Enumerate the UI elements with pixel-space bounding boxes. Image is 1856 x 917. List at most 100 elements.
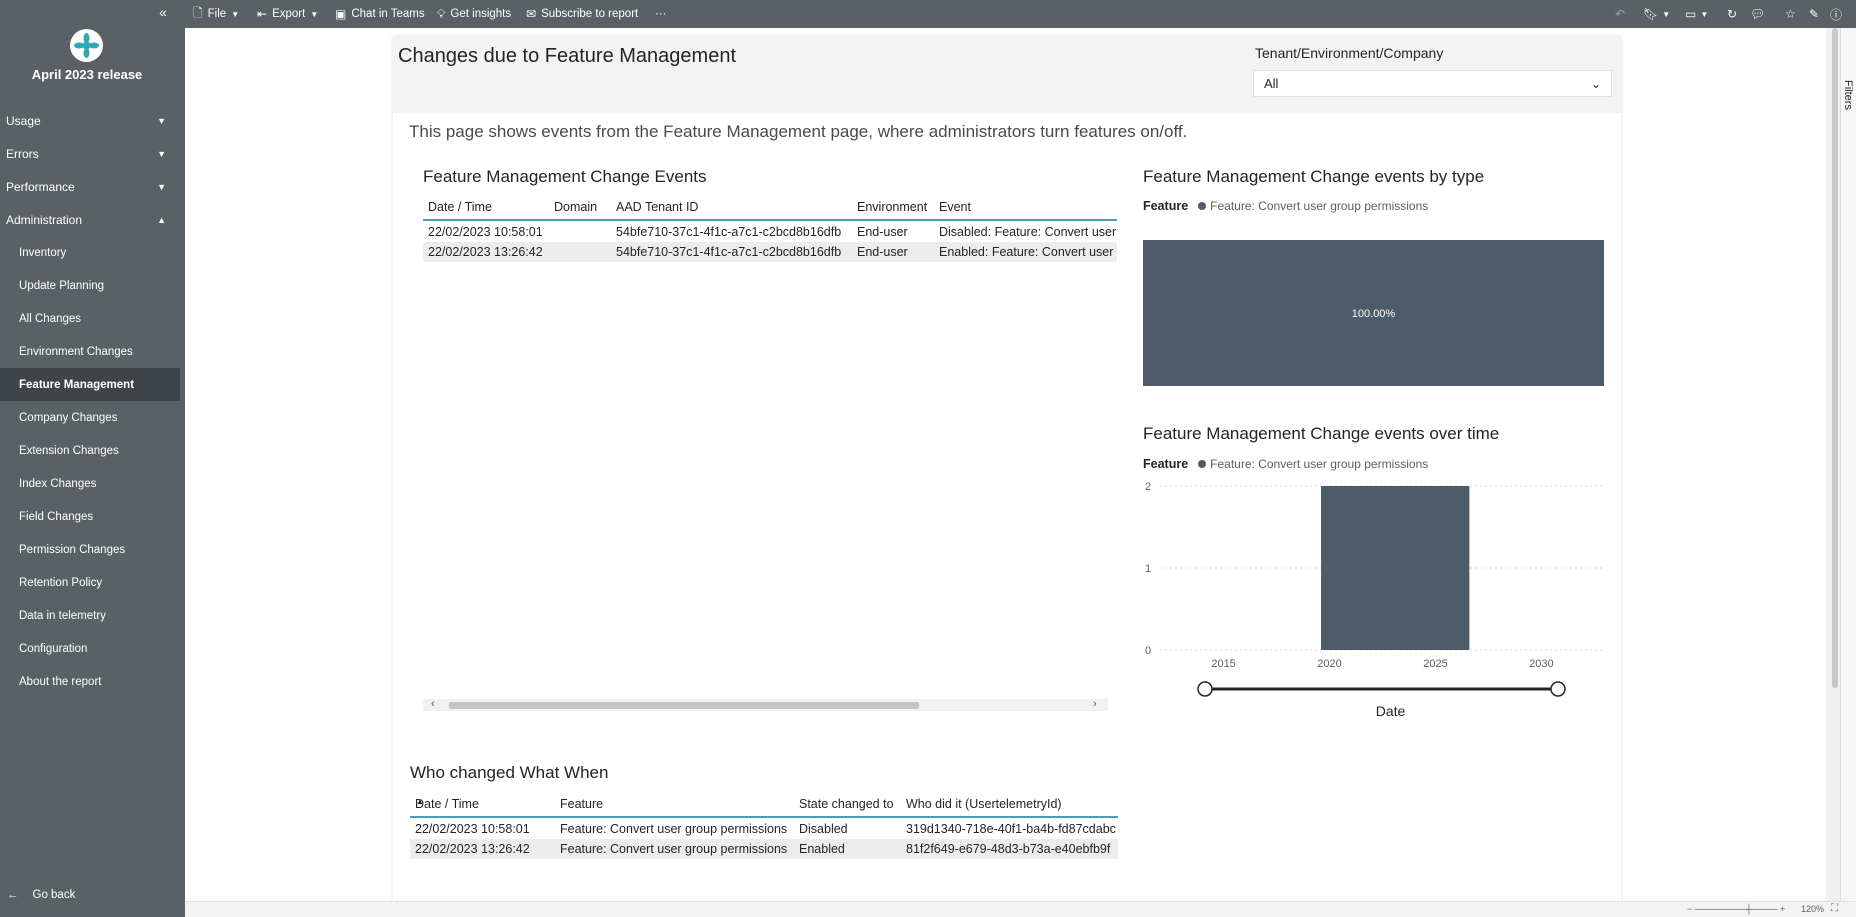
- comment-icon[interactable]: 💬︎: [1750, 0, 1765, 28]
- view-icon[interactable]: ▭ ▼: [1685, 0, 1708, 28]
- sidebar-item-index-changes[interactable]: Index Changes: [0, 467, 180, 500]
- cell: 319d1340-718e-40f1-ba4b-fd87cdabc: [906, 822, 1116, 836]
- page-title: Changes due to Feature Management: [398, 45, 736, 67]
- column-header-environment[interactable]: Environment: [857, 200, 927, 214]
- export-icon: ⇤: [257, 7, 268, 21]
- cell: 22/02/2023 10:58:01: [428, 225, 543, 239]
- more-options-button[interactable]: ···: [655, 0, 667, 28]
- who-table: Date / Time ▲ Feature State changed to W…: [410, 790, 1118, 860]
- nav-group-label: Performance: [6, 179, 75, 194]
- export-menu-button[interactable]: ⇤ Export ▼: [257, 0, 318, 28]
- zoom-slider[interactable]: − ────────┼──── +: [1687, 904, 1785, 914]
- column-header-domain[interactable]: Domain: [554, 200, 597, 214]
- zoom-level: 120%: [1801, 904, 1825, 914]
- tenant-environment-company-dropdown[interactable]: All ⌄: [1253, 70, 1612, 97]
- sidebar-item-inventory[interactable]: Inventory: [0, 236, 180, 269]
- sidebar-item-extension-changes[interactable]: Extension Changes: [0, 434, 180, 467]
- cell: Disabled: Feature: Convert user group pe…: [939, 225, 1117, 239]
- release-title: April 2023 release: [31, 67, 143, 82]
- info-icon[interactable]: ⓘ: [1830, 0, 1842, 28]
- x-axis-label: Date: [1376, 703, 1406, 719]
- subscribe-icon: ✉: [526, 7, 537, 21]
- sidebar-item-permission-changes[interactable]: Permission Changes: [0, 533, 180, 566]
- column-header-date[interactable]: Date / Time: [415, 797, 479, 811]
- filters-pane[interactable]: [1840, 28, 1856, 901]
- sidebar-item-retention-policy[interactable]: Retention Policy: [0, 566, 180, 599]
- refresh-icon[interactable]: ↻: [1727, 0, 1737, 28]
- sidebar-item-environment-changes[interactable]: Environment Changes: [0, 335, 180, 368]
- fit-page-icon[interactable]: ⛶: [1831, 903, 1838, 914]
- scrollbar-thumb[interactable]: [1832, 28, 1838, 688]
- cell: Feature: Convert user group permissions: [560, 822, 788, 836]
- table-row[interactable]: 22/02/2023 10:58:01 54bfe710-37c1-4f1c-a…: [423, 222, 1117, 242]
- file-menu-button[interactable]: 🗋 File ▼: [193, 0, 239, 28]
- column-header-who[interactable]: Who did it (UsertelemetryId): [906, 797, 1062, 811]
- sidebar-item-update-planning[interactable]: Update Planning: [0, 269, 180, 302]
- nav-group-label: Usage: [6, 113, 41, 128]
- column-header-state[interactable]: State changed to: [799, 797, 894, 811]
- nav-group-performance[interactable]: Performance ▼: [0, 170, 180, 203]
- x-tick-label: 2025: [1423, 658, 1447, 670]
- file-icon: 🗋: [193, 5, 203, 20]
- x-tick-label: 2020: [1317, 658, 1341, 670]
- favorite-icon[interactable]: ☆: [1785, 0, 1796, 28]
- sidebar-item-feature-management[interactable]: Feature Management: [0, 368, 180, 401]
- nav-group-errors[interactable]: Errors ▼: [0, 137, 180, 170]
- subscribe-button[interactable]: ✉ Subscribe to report: [526, 0, 638, 28]
- get-insights-button[interactable]: 💡︎ Get insights: [437, 0, 511, 28]
- y-tick-label: 1: [1145, 563, 1151, 575]
- cell: End-user: [857, 225, 908, 239]
- sidebar-item-configuration[interactable]: Configuration: [0, 632, 180, 665]
- file-label: File: [207, 8, 227, 20]
- edit-icon[interactable]: ✎: [1809, 0, 1819, 28]
- cell: 22/02/2023 10:58:01: [415, 822, 530, 836]
- y-tick-label: 0: [1145, 645, 1151, 657]
- legend-entry[interactable]: Feature: Convert user group permissions: [1210, 199, 1428, 213]
- status-bar: − ────────┼──── + 120% ⛶: [185, 901, 1856, 917]
- nav-group-usage[interactable]: Usage ▼: [0, 104, 180, 137]
- chart-by-type: 100.00%: [1143, 240, 1604, 386]
- go-back-label: Go back: [32, 889, 76, 901]
- legend-entry[interactable]: Feature: Convert user group permissions: [1210, 457, 1428, 471]
- column-header-tenant-id[interactable]: AAD Tenant ID: [616, 200, 698, 214]
- sidebar-item-field-changes[interactable]: Field Changes: [0, 500, 180, 533]
- legend-title: Feature: [1143, 199, 1189, 213]
- slider-handle-start[interactable]: [1197, 681, 1213, 697]
- scroll-left-icon[interactable]: ‹: [431, 698, 435, 710]
- sidebar-item-about-the-report[interactable]: About the report: [0, 665, 180, 698]
- filters-pane-label[interactable]: Filters: [1842, 80, 1854, 110]
- column-header-date[interactable]: Date / Time: [428, 200, 492, 214]
- who-table-title: Who changed What When: [410, 763, 609, 782]
- insights-label: Get insights: [450, 8, 512, 20]
- bookmark-icon[interactable]: 🔖︎ ▼: [1643, 0, 1670, 28]
- sidebar-item-all-changes[interactable]: All Changes: [0, 302, 180, 335]
- chat-in-teams-button[interactable]: ▣ Chat in Teams: [335, 0, 425, 28]
- events-table: Date / Time Domain AAD Tenant ID Environ…: [423, 193, 1117, 265]
- scroll-right-icon[interactable]: ›: [1093, 698, 1097, 710]
- column-header-feature[interactable]: Feature: [560, 797, 603, 811]
- undo-icon[interactable]: ↶: [1615, 0, 1625, 28]
- vertical-scrollbar[interactable]: [1830, 28, 1840, 688]
- horizontal-scrollbar[interactable]: ‹ ›: [423, 698, 1108, 711]
- legend-dot: [1198, 460, 1207, 468]
- chart-over-time-legend: Feature Feature: Convert user group perm…: [1143, 457, 1428, 471]
- collapse-sidebar-icon[interactable]: «: [154, 4, 172, 22]
- arrow-left-icon: ←: [7, 889, 19, 901]
- slider-handle-end[interactable]: [1550, 681, 1566, 697]
- table-header: Date / Time Domain AAD Tenant ID Environ…: [423, 193, 1117, 221]
- table-row[interactable]: 22/02/2023 13:26:42 54bfe710-37c1-4f1c-a…: [423, 242, 1117, 262]
- go-back-button[interactable]: ← Go back: [7, 889, 75, 901]
- table-row[interactable]: 22/02/2023 13:26:42 Feature: Convert use…: [410, 839, 1118, 859]
- data-label: 100.00%: [1352, 308, 1396, 320]
- chevron-down-icon: ▼: [157, 115, 166, 126]
- table-row[interactable]: 22/02/2023 10:58:01 Feature: Convert use…: [410, 819, 1118, 839]
- sidebar-nav: Usage ▼ Errors ▼ Performance ▼ Administr…: [0, 104, 180, 698]
- sidebar-item-company-changes[interactable]: Company Changes: [0, 401, 180, 434]
- nav-group-administration[interactable]: Administration ▲: [0, 203, 180, 236]
- chevron-down-icon: ▼: [157, 148, 166, 159]
- scrollbar-thumb[interactable]: [449, 702, 919, 709]
- sidebar-item-data-in-telemetry[interactable]: Data in telemetry: [0, 599, 180, 632]
- column-header-event[interactable]: Event: [939, 200, 971, 214]
- cell: 22/02/2023 13:26:42: [428, 245, 543, 259]
- export-label: Export: [272, 8, 306, 20]
